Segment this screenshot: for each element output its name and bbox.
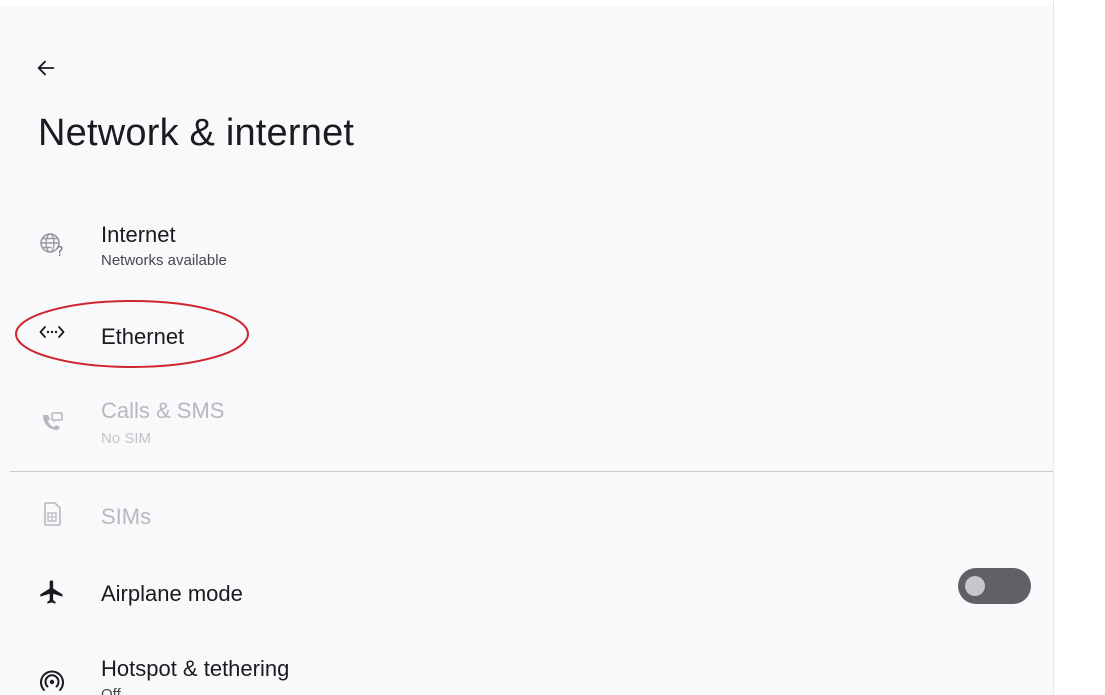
settings-item-label: Hotspot & tethering xyxy=(101,656,290,681)
section-divider xyxy=(10,471,1053,472)
settings-item-sims: SIMs xyxy=(0,484,1053,544)
highlight-ellipse xyxy=(15,300,249,368)
toggle-knob xyxy=(965,576,985,596)
back-button[interactable] xyxy=(28,50,64,86)
settings-item-subtitle: No SIM xyxy=(101,430,152,447)
settings-item-label: Internet xyxy=(101,222,176,247)
settings-item-subtitle: Networks available xyxy=(101,252,227,269)
svg-text:?: ? xyxy=(57,245,64,259)
settings-item-subtitle: Off xyxy=(101,686,121,695)
settings-item-calls-sms: Calls & SMS No SIM xyxy=(0,384,1053,459)
hotspot-icon xyxy=(38,668,66,695)
sim-card-icon xyxy=(38,500,66,528)
globe-question-icon: ? xyxy=(38,231,66,259)
phone-sms-icon xyxy=(38,410,66,438)
settings-item-label: Calls & SMS xyxy=(101,398,225,423)
airplane-icon xyxy=(38,578,66,606)
settings-item-label: SIMs xyxy=(101,504,152,529)
settings-item-airplane-mode[interactable]: Airplane mode xyxy=(0,562,1053,622)
airplane-mode-toggle[interactable] xyxy=(958,568,1031,604)
settings-item-label: Airplane mode xyxy=(101,581,243,606)
settings-panel: Network & internet ? Internet Networks a… xyxy=(0,6,1053,695)
settings-item-internet[interactable]: ? Internet Networks available xyxy=(0,206,1053,278)
page-title: Network & internet xyxy=(38,112,355,154)
side-blank-area xyxy=(1053,0,1105,695)
settings-item-hotspot[interactable]: Hotspot & tethering Off xyxy=(0,640,1053,695)
arrow-left-icon xyxy=(37,60,55,76)
